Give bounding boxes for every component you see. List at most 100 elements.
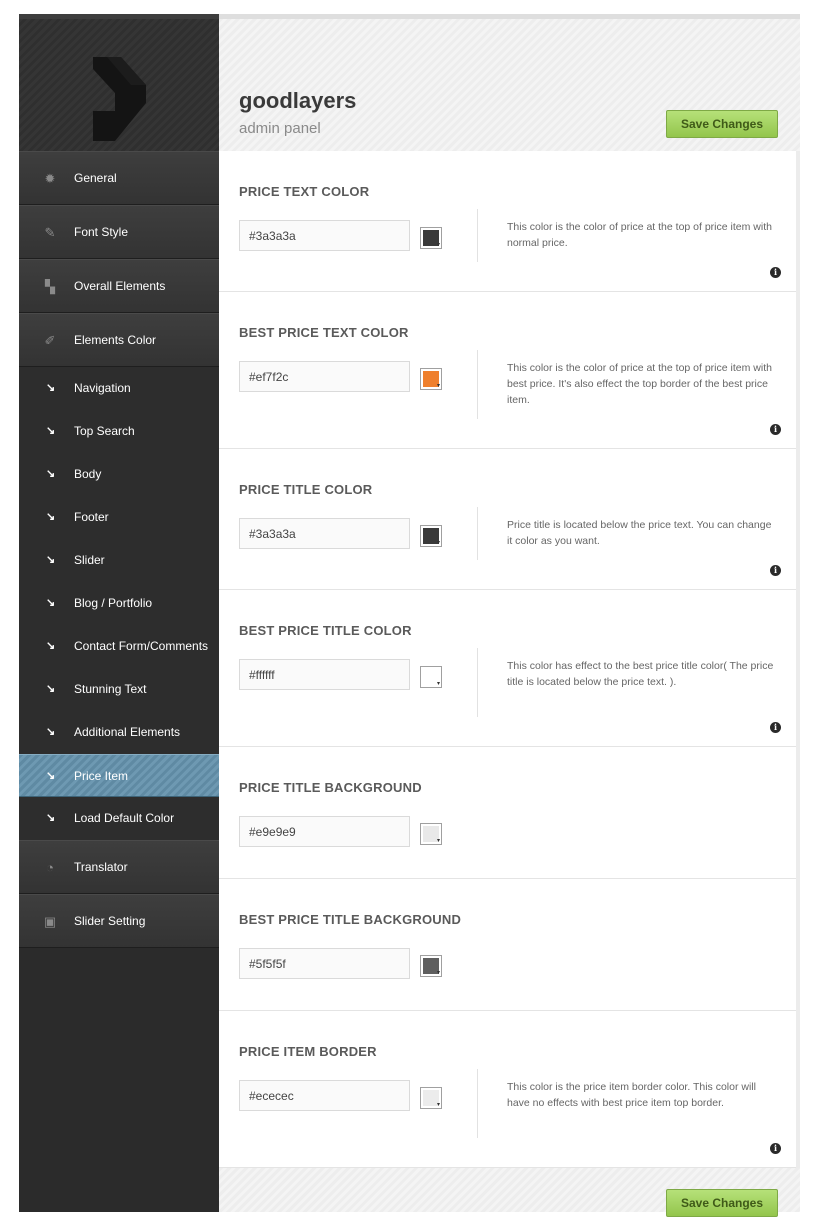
section-title: PRICE TEXT COLOR bbox=[239, 184, 370, 199]
color-hex-input[interactable] bbox=[239, 816, 410, 847]
dropdown-arrow-icon: ▾ bbox=[436, 838, 440, 844]
sidebar-subitem-navigation[interactable]: ↘ Navigation bbox=[19, 367, 219, 410]
arrow-down-right-icon: ↘ bbox=[46, 726, 56, 738]
sidebar-item-label: Translator bbox=[74, 860, 128, 874]
arrow-down-right-icon: ↘ bbox=[46, 468, 56, 480]
section-title: BEST PRICE TITLE BACKGROUND bbox=[239, 912, 462, 927]
info-icon[interactable]: i bbox=[770, 565, 781, 576]
info-icon[interactable]: i bbox=[770, 1143, 781, 1154]
section-description: This color has effect to the best price … bbox=[507, 660, 774, 688]
arrow-down-right-icon: ↘ bbox=[46, 812, 56, 824]
color-setting-section: PRICE TITLE BACKGROUND ▾ bbox=[219, 747, 796, 879]
arrow-down-right-icon: ↘ bbox=[46, 683, 56, 695]
dropdown-arrow-icon: ▾ bbox=[436, 970, 440, 976]
slider-icon: ▣ bbox=[43, 914, 57, 929]
sidebar-subitem-contact-form-comments[interactable]: ↘ Contact Form/Comments bbox=[19, 625, 219, 668]
color-picker-swatch[interactable]: ▾ bbox=[420, 227, 442, 249]
sidebar-subitem-label: Stunning Text bbox=[74, 682, 147, 696]
info-icon[interactable]: i bbox=[770, 722, 781, 733]
sidebar-item-label: Slider Setting bbox=[74, 914, 146, 928]
color-setting-section: PRICE TITLE COLOR ▾ Price title is located… bbox=[219, 449, 796, 590]
sidebar-subitem-label: Blog / Portfolio bbox=[74, 596, 153, 610]
sidebar-subitem-price-item[interactable]: ↘ Price Item bbox=[19, 754, 219, 797]
sidebar-subitem-footer[interactable]: ↘ Footer bbox=[19, 496, 219, 539]
color-picker-swatch[interactable]: ▾ bbox=[420, 823, 442, 845]
brand-title: goodlayers bbox=[239, 88, 357, 113]
save-changes-button-top[interactable]: Save Changes bbox=[666, 110, 778, 138]
sidebar-subitem-label: Price Item bbox=[74, 769, 129, 783]
brand-subtitle: admin panel bbox=[239, 120, 321, 137]
sidebar-item-label: General bbox=[74, 171, 117, 185]
color-hex-input[interactable] bbox=[239, 518, 410, 549]
color-hex-input[interactable] bbox=[239, 948, 410, 979]
settings-content: PRICE TEXT COLOR ▾ This color is the color… bbox=[219, 151, 800, 1168]
dropdown-arrow-icon: ▾ bbox=[436, 1102, 440, 1108]
sidebar-subitem-blog-portfolio[interactable]: ↘ Blog / Portfolio bbox=[19, 582, 219, 625]
logo bbox=[19, 14, 219, 151]
arrow-down-right-icon: ↘ bbox=[46, 597, 56, 609]
info-icon[interactable]: i bbox=[770, 424, 781, 435]
color-picker-swatch[interactable]: ▾ bbox=[420, 368, 442, 390]
arrow-down-right-icon: ↘ bbox=[46, 640, 56, 652]
sidebar-item-label: Overall Elements bbox=[74, 279, 166, 293]
divider bbox=[477, 350, 478, 419]
arrow-down-right-icon: ↘ bbox=[46, 425, 56, 437]
sidebar-item-elements-color[interactable]: ✐ Elements Color bbox=[19, 313, 219, 367]
divider bbox=[477, 209, 478, 262]
sidebar-subitem-additional-elements[interactable]: ↘ Additional Elements bbox=[19, 711, 219, 754]
main-panel: goodlayers admin panel Save Changes PRIC… bbox=[219, 14, 800, 1217]
arrow-down-right-icon: ↘ bbox=[46, 511, 56, 523]
color-setting-section: BEST PRICE TEXT COLOR ▾ This color is the … bbox=[219, 292, 796, 449]
sidebar-subitem-top-search[interactable]: ↘ Top Search bbox=[19, 410, 219, 453]
pencil-icon: ✎ bbox=[44, 225, 56, 240]
admin-panel: ✹ General ✎ Font Style ▚ Overall Elements ✐ Ele… bbox=[19, 14, 800, 1217]
section-title: BEST PRICE TEXT COLOR bbox=[239, 325, 409, 340]
section-title: PRICE ITEM BORDER bbox=[239, 1044, 377, 1059]
sidebar-item-overall-elements[interactable]: ▚ Overall Elements bbox=[19, 259, 219, 313]
color-picker-swatch[interactable]: ▾ bbox=[420, 1087, 442, 1109]
sidebar-item-slider-setting[interactable]: ▣ Slider Setting bbox=[19, 894, 219, 948]
dropdown-arrow-icon: ▾ bbox=[436, 681, 440, 687]
sidebar-subitem-label: Additional Elements bbox=[74, 725, 181, 739]
section-title: PRICE TITLE BACKGROUND bbox=[239, 780, 422, 795]
color-hex-input[interactable] bbox=[239, 659, 410, 690]
color-hex-input[interactable] bbox=[239, 361, 410, 392]
section-description: Price title is located below the price t… bbox=[507, 519, 772, 547]
color-hex-input[interactable] bbox=[239, 1080, 410, 1111]
dropdown-arrow-icon: ▾ bbox=[436, 383, 440, 389]
arrow-down-right-icon: ↘ bbox=[46, 382, 56, 394]
sidebar-item-font-style[interactable]: ✎ Font Style bbox=[19, 205, 219, 259]
sidebar-item-general[interactable]: ✹ General bbox=[19, 151, 219, 205]
divider bbox=[477, 1069, 478, 1138]
sidebar-subitem-label: Load Default Color bbox=[74, 811, 175, 825]
color-setting-section: PRICE TEXT COLOR ▾ This color is the color… bbox=[219, 151, 796, 292]
sidebar-item-translator[interactable]: ◔ Translator bbox=[19, 840, 219, 894]
dropdown-arrow-icon: ▾ bbox=[436, 242, 440, 248]
pacman-icon: ◔ bbox=[46, 860, 54, 875]
goodlayers-logo-icon bbox=[93, 57, 146, 141]
sidebar-subitem-label: Footer bbox=[74, 510, 109, 524]
brush-icon: ✐ bbox=[44, 333, 56, 348]
section-description: This color is the color of price at the … bbox=[507, 221, 772, 249]
arrow-down-right-icon: ↘ bbox=[46, 770, 56, 782]
sidebar-subitem-load-default-color[interactable]: ↘ Load Default Color bbox=[19, 797, 219, 840]
sidebar-subitem-label: Slider bbox=[74, 553, 105, 567]
sidebar-subitem-label: Body bbox=[74, 467, 102, 481]
color-hex-input[interactable] bbox=[239, 220, 410, 251]
sidebar-subitem-label: Navigation bbox=[74, 381, 131, 395]
color-picker-swatch[interactable]: ▾ bbox=[420, 955, 442, 977]
footer: Save Changes bbox=[219, 1168, 800, 1217]
sidebar-item-label: Elements Color bbox=[74, 333, 157, 347]
divider bbox=[477, 507, 478, 560]
sidebar-subitem-stunning-text[interactable]: ↘ Stunning Text bbox=[19, 668, 219, 711]
color-picker-swatch[interactable]: ▾ bbox=[420, 525, 442, 547]
section-description: This color is the color of price at the … bbox=[507, 362, 772, 406]
color-picker-swatch[interactable]: ▾ bbox=[420, 666, 442, 688]
info-icon[interactable]: i bbox=[770, 267, 781, 278]
save-changes-button-bottom[interactable]: Save Changes bbox=[666, 1189, 778, 1217]
section-title: BEST PRICE TITLE COLOR bbox=[239, 623, 412, 638]
color-setting-section: BEST PRICE TITLE COLOR ▾ This color has ef… bbox=[219, 590, 796, 747]
sidebar-subitem-label: Top Search bbox=[74, 424, 135, 438]
sidebar-subitem-body[interactable]: ↘ Body bbox=[19, 453, 219, 496]
sidebar-subitem-slider[interactable]: ↘ Slider bbox=[19, 539, 219, 582]
